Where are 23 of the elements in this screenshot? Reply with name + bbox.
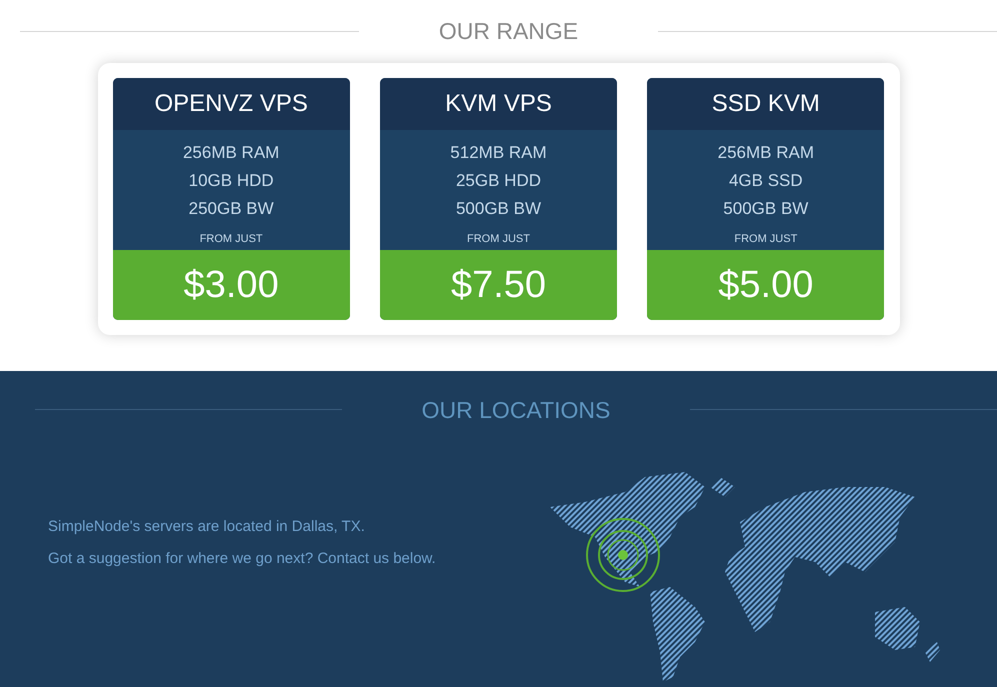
location-marker-icon (585, 517, 661, 593)
plan-name: SSD KVM (647, 78, 884, 130)
plan-spec: 256MB RAM (718, 142, 814, 164)
plan-price: $7.50 (450, 262, 546, 308)
plan-spec: 256MB RAM (182, 142, 280, 164)
plan-spec: 250GB BW (188, 198, 274, 220)
plan-price: $5.00 (718, 262, 814, 308)
section-heading: OUR LOCATIONS (420, 396, 612, 424)
plan-spec: 10GB HDD (188, 170, 274, 192)
plan-spec: 512MB RAM (450, 142, 547, 164)
plan-price: $3.00 (184, 262, 279, 308)
plan-spec: 4GB SSD (728, 170, 803, 192)
section-heading: OUR RANGE (438, 17, 580, 46)
plan-name: OPENVZ VPS (112, 78, 350, 130)
from-label: FROM JUST (467, 232, 530, 246)
plan-spec: 500GB BW (456, 198, 542, 220)
plan-spec: 500GB BW (723, 198, 808, 220)
plan-name: KVM VPS (380, 78, 618, 130)
plan-spec: 25GB HDD (456, 170, 541, 192)
location-text: SimpleNode's servers are located in Dallas, TX. (48, 517, 366, 537)
location-text: Got a suggestion for where we go next? Contact us below. (48, 549, 437, 569)
from-label: FROM JUST (734, 232, 798, 246)
from-label: FROM JUST (200, 232, 263, 246)
